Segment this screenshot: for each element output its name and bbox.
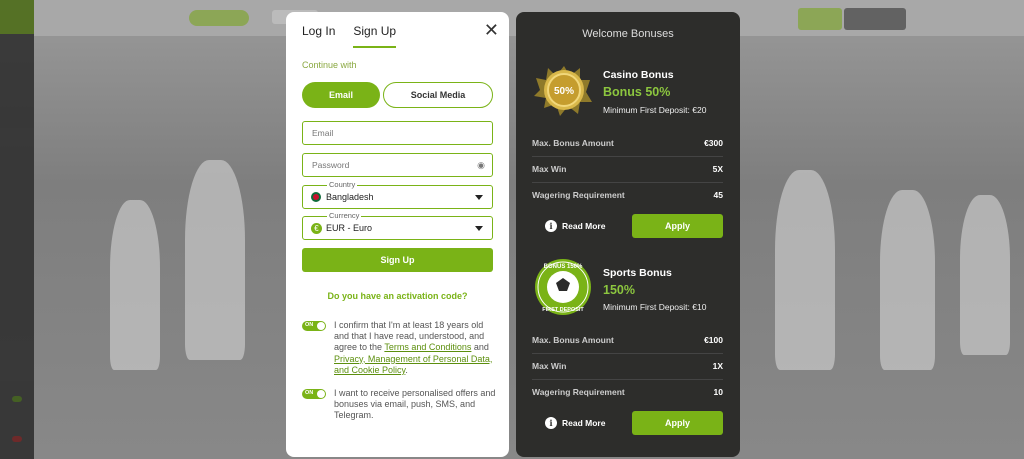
chevron-down-icon bbox=[475, 195, 483, 200]
tab-login[interactable]: Log In bbox=[302, 24, 335, 48]
info-icon: i bbox=[545, 220, 557, 232]
background-chess-piece bbox=[775, 170, 835, 370]
bangladesh-flag-icon bbox=[311, 192, 321, 202]
background-button bbox=[798, 8, 842, 30]
casino-bonus-title: Casino Bonus bbox=[603, 69, 674, 81]
sports-bonus-value: 150% bbox=[603, 283, 635, 297]
row-label: Max. Bonus Amount bbox=[532, 138, 614, 148]
casino-min-deposit: Minimum First Deposit: €20 bbox=[603, 105, 707, 115]
welcome-bonuses-panel: Welcome Bonuses 50% Casino Bonus Bonus 5… bbox=[516, 12, 740, 457]
sports-row-max-bonus: Max. Bonus Amount €100 bbox=[532, 327, 723, 354]
consent-text: and bbox=[471, 342, 489, 353]
toggle-knob bbox=[317, 322, 325, 330]
currency-select[interactable]: Currency € EUR - Euro bbox=[302, 211, 493, 240]
read-more-label: Read More bbox=[562, 418, 606, 428]
marketing-consent-text: I want to receive personalised offers an… bbox=[334, 388, 496, 421]
background-sidebar-dot bbox=[12, 396, 22, 402]
auth-tabs: Log In Sign Up bbox=[302, 24, 397, 48]
row-value: €300 bbox=[704, 138, 723, 148]
email-method-button[interactable]: Email bbox=[302, 82, 380, 108]
country-select[interactable]: Country Bangladesh bbox=[302, 180, 493, 209]
currency-value: EUR - Euro bbox=[326, 223, 373, 233]
row-label: Max Win bbox=[532, 164, 567, 174]
chevron-down-icon bbox=[475, 226, 483, 231]
sports-apply-button[interactable]: Apply bbox=[632, 411, 723, 435]
background-sidebar bbox=[0, 0, 34, 459]
row-label: Max. Bonus Amount bbox=[532, 335, 614, 345]
sports-badge-top-text: BONUS 150% bbox=[544, 264, 583, 270]
sports-row-wagering: Wagering Requirement 10 bbox=[532, 379, 723, 405]
toggle-knob bbox=[317, 390, 325, 398]
toggle-on-label: ON bbox=[305, 322, 314, 328]
email-field[interactable]: Email bbox=[302, 121, 493, 145]
casino-apply-button[interactable]: Apply bbox=[632, 214, 723, 238]
casino-bonus-badge-icon: 50% bbox=[534, 66, 592, 116]
background-menu-square bbox=[0, 0, 34, 34]
country-value: Bangladesh bbox=[326, 192, 374, 202]
casino-row-max-win: Max Win 5X bbox=[532, 156, 723, 183]
age-terms-toggle[interactable]: ON bbox=[302, 321, 326, 331]
background-chess-piece bbox=[110, 200, 160, 370]
sports-bonus-badge-icon: BONUS 150% FIRST DEPOSIT bbox=[535, 259, 591, 315]
row-value: 5X bbox=[712, 164, 723, 174]
country-legend: Country bbox=[327, 180, 358, 189]
background-chess-piece bbox=[880, 190, 935, 370]
background-chess-piece bbox=[960, 195, 1010, 355]
casino-read-more[interactable]: i Read More bbox=[545, 220, 605, 232]
row-label: Wagering Requirement bbox=[532, 190, 625, 200]
eye-icon[interactable]: ◉ bbox=[477, 160, 485, 171]
signup-submit-button[interactable]: Sign Up bbox=[302, 248, 493, 272]
row-value: 10 bbox=[713, 387, 723, 397]
background-logo bbox=[189, 10, 249, 26]
sports-read-more[interactable]: i Read More bbox=[545, 417, 605, 429]
consent-text: . bbox=[405, 364, 408, 375]
age-terms-consent-text: I confirm that I'm at least 18 years old… bbox=[334, 320, 496, 376]
info-icon: i bbox=[545, 417, 557, 429]
row-value: 45 bbox=[713, 190, 723, 200]
tab-signup[interactable]: Sign Up bbox=[353, 24, 397, 48]
password-placeholder: Password bbox=[312, 160, 350, 170]
row-value: 1X bbox=[712, 361, 723, 371]
row-label: Max Win bbox=[532, 361, 567, 371]
sports-min-deposit: Minimum First Deposit: €10 bbox=[603, 302, 707, 312]
currency-legend: Currency bbox=[327, 211, 362, 220]
sports-badge-bottom-text: FIRST DEPOSIT bbox=[542, 307, 584, 313]
casino-row-wagering: Wagering Requirement 45 bbox=[532, 182, 723, 208]
activation-code-link[interactable]: Do you have an activation code? bbox=[286, 291, 509, 301]
casino-row-max-bonus: Max. Bonus Amount €300 bbox=[532, 130, 723, 157]
terms-link[interactable]: Terms and Conditions bbox=[384, 342, 471, 352]
euro-icon: € bbox=[311, 223, 322, 234]
background-chess-piece bbox=[185, 160, 245, 360]
row-label: Wagering Requirement bbox=[532, 387, 625, 397]
close-icon[interactable]: ✕ bbox=[484, 20, 499, 41]
sports-bonus-title: Sports Bonus bbox=[603, 267, 672, 279]
signup-panel: Log In Sign Up ✕ Continue with Email Soc… bbox=[286, 12, 509, 457]
social-media-method-button[interactable]: Social Media bbox=[383, 82, 493, 108]
casino-badge-text: 50% bbox=[554, 86, 574, 97]
row-value: €100 bbox=[704, 335, 723, 345]
background-sidebar-dot bbox=[12, 436, 22, 442]
background-button bbox=[844, 8, 906, 30]
continue-with-label: Continue with bbox=[302, 60, 357, 70]
marketing-toggle[interactable]: ON bbox=[302, 389, 326, 399]
sports-row-max-win: Max Win 1X bbox=[532, 353, 723, 380]
bonus-panel-title: Welcome Bonuses bbox=[582, 28, 674, 40]
password-field[interactable]: Password ◉ bbox=[302, 153, 493, 177]
read-more-label: Read More bbox=[562, 221, 606, 231]
toggle-on-label: ON bbox=[305, 390, 314, 396]
privacy-policy-link[interactable]: Privacy, Management of Personal Data, an… bbox=[334, 354, 492, 375]
casino-bonus-value: Bonus 50% bbox=[603, 85, 671, 99]
